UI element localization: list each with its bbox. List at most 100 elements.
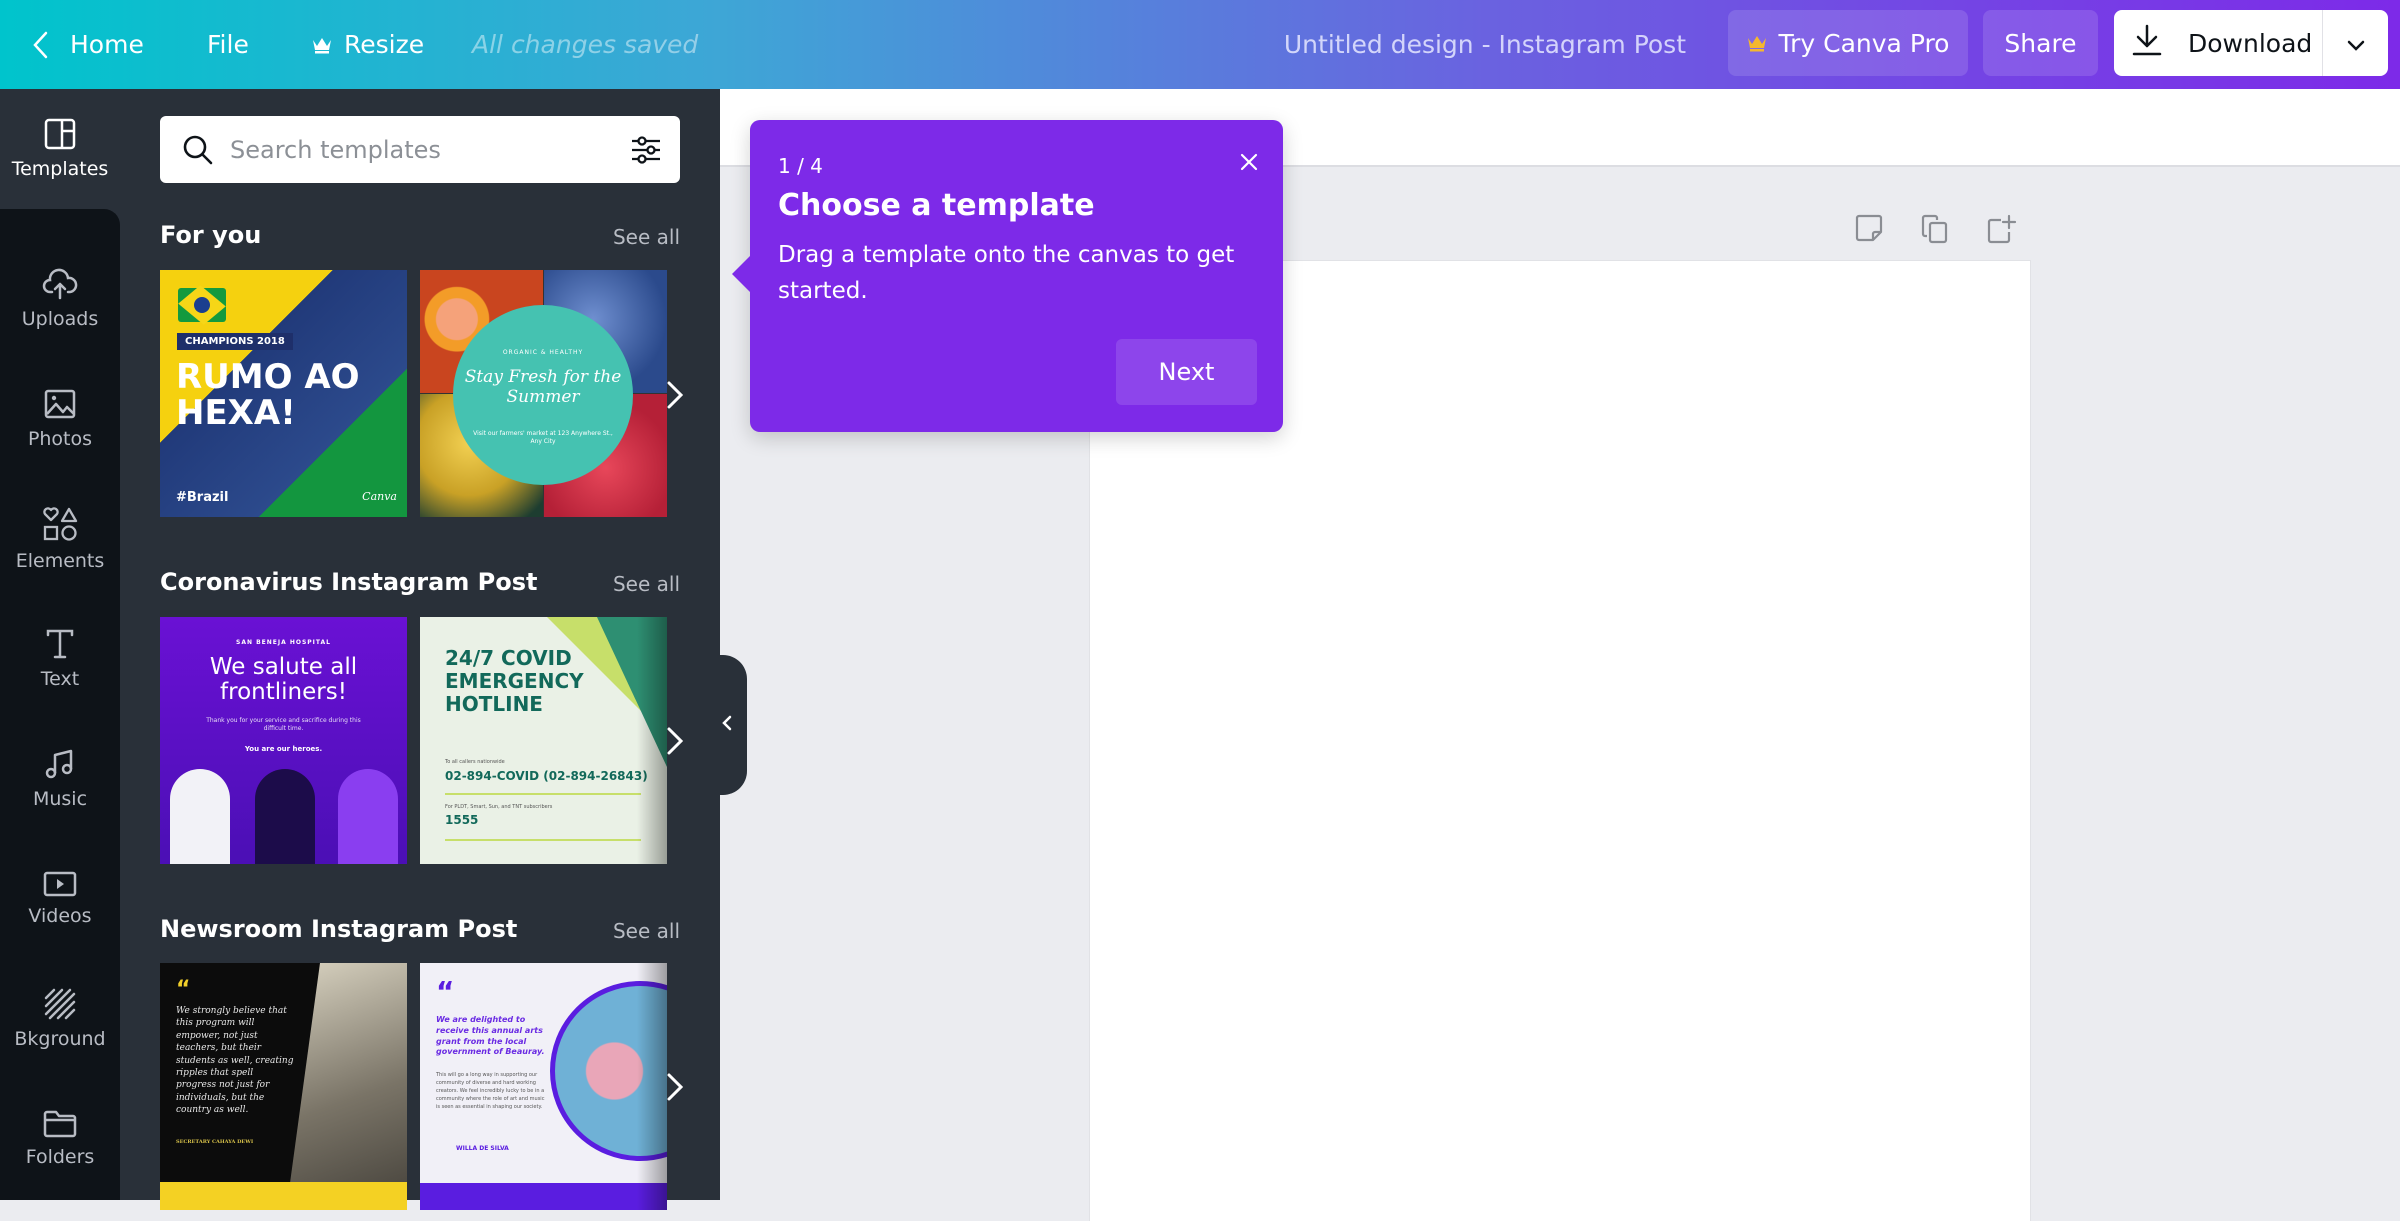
- home-button[interactable]: Home: [32, 0, 144, 89]
- template-kicker: ORGANIC & HEALTHY: [502, 349, 584, 356]
- template-thumbnail-news-quote-yellow[interactable]: “ We strongly believe that this program …: [160, 963, 407, 1210]
- sidebar-item-templates[interactable]: Templates: [0, 89, 120, 209]
- share-button[interactable]: Share: [1983, 10, 2098, 76]
- sidebar-item-label: Uploads: [21, 308, 99, 330]
- filter-sliders-icon[interactable]: [630, 134, 662, 170]
- sidebar-item-label: Elements: [15, 550, 105, 572]
- template-badge: CHAMPIONS 2018: [177, 333, 293, 350]
- search-input[interactable]: [230, 116, 610, 183]
- template-caption: To all callers nationwide: [445, 759, 505, 765]
- template-thumbnail-news-quote-purple[interactable]: “ We are delighted to receive this annua…: [420, 963, 667, 1210]
- chevron-left-icon: [721, 714, 733, 736]
- template-phone-number: 02-894-COVID (02-894-26843): [445, 769, 648, 783]
- photo-icon: [44, 388, 76, 420]
- sidebar-item-background[interactable]: Bkground: [0, 959, 120, 1079]
- resize-label: Resize: [344, 30, 425, 59]
- chevron-down-icon: [2347, 29, 2365, 58]
- close-tooltip-button[interactable]: [1239, 152, 1259, 176]
- sidebar-item-text[interactable]: Text: [0, 599, 120, 719]
- search-icon: [182, 134, 214, 170]
- sidebar-item-uploads[interactable]: Uploads: [0, 239, 120, 359]
- divider-line: [445, 793, 641, 795]
- chevron-right-icon: [660, 1073, 690, 1111]
- video-play-icon: [43, 871, 77, 897]
- sidebar-item-folders[interactable]: Folders: [0, 1079, 120, 1199]
- sidebar-item-music[interactable]: Music: [0, 719, 120, 839]
- onboarding-tooltip: 1 / 4 Choose a template Drag a template …: [732, 120, 1283, 432]
- add-note-icon[interactable]: [1855, 214, 1883, 248]
- chevron-right-icon: [660, 727, 690, 765]
- quote-mark-icon: “: [436, 975, 455, 1008]
- download-options-dropdown[interactable]: [2322, 10, 2388, 76]
- template-headline: 24/7 COVID EMERGENCY HOTLINE: [445, 646, 584, 716]
- download-icon: [2132, 24, 2162, 62]
- template-thumbnail-covid-hotline[interactable]: 24/7 COVID EMERGENCY HOTLINE To all call…: [420, 617, 667, 864]
- template-hashtag: #Brazil: [176, 490, 229, 505]
- sidebar-item-label: Folders: [25, 1146, 95, 1168]
- side-navigation: Templates Uploads Photos Elements Text M…: [0, 89, 120, 1200]
- duplicate-page-icon[interactable]: [1921, 214, 1949, 248]
- sidebar-item-label: Bkground: [14, 1028, 106, 1050]
- decorative-bar: [420, 1183, 667, 1210]
- try-canva-pro-button[interactable]: Try Canva Pro: [1728, 10, 1968, 76]
- templates-panel: For you See all CHAMPIONS 2018 RUMO AO H…: [120, 89, 720, 1210]
- frontliner-illustration: [170, 769, 230, 864]
- portrait-photo: [550, 981, 667, 1161]
- resize-button[interactable]: Resize: [312, 0, 424, 89]
- sidebar-item-label: Templates: [11, 158, 109, 180]
- chevron-left-icon: [32, 31, 48, 59]
- scroll-right-newsroom-button[interactable]: [660, 1067, 690, 1107]
- template-thumbnail-stay-fresh[interactable]: ORGANIC & HEALTHY Stay Fresh for the Sum…: [420, 270, 667, 517]
- template-circle-badge: ORGANIC & HEALTHY Stay Fresh for the Sum…: [453, 305, 633, 485]
- page-actions: [1855, 214, 2017, 248]
- close-icon: [1239, 153, 1259, 176]
- folder-icon: [43, 1110, 77, 1138]
- sidebar-item-label: Music: [32, 788, 88, 810]
- template-headline: RUMO AO HEXA!: [176, 357, 360, 433]
- tooltip-title: Choose a template: [778, 188, 1095, 223]
- see-all-for-you-link[interactable]: See all: [613, 225, 680, 249]
- templates-icon: [44, 118, 76, 150]
- tooltip-description: Drag a template onto the canvas to get s…: [778, 242, 1235, 304]
- sidebar-item-videos[interactable]: Videos: [0, 839, 120, 959]
- sidebar-item-label: Photos: [27, 428, 93, 450]
- section-title-for-you: For you: [160, 221, 262, 249]
- download-label: Download: [2188, 28, 2313, 58]
- sidebar-item-photos[interactable]: Photos: [0, 359, 120, 479]
- document-title[interactable]: Untitled design - Instagram Post: [1284, 0, 1686, 89]
- crown-icon: [312, 36, 332, 54]
- file-label: File: [207, 30, 249, 59]
- shapes-icon: [42, 506, 78, 542]
- download-button[interactable]: Download: [2114, 10, 2322, 76]
- scroll-right-coronavirus-button[interactable]: [660, 721, 690, 761]
- template-thumbnail-rumo-ao-hexa[interactable]: CHAMPIONS 2018 RUMO AO HEXA! #Brazil Can…: [160, 270, 407, 517]
- template-address: Visit our farmers' market at 123 Anywher…: [473, 430, 613, 446]
- try-pro-label: Try Canva Pro: [1778, 28, 1950, 58]
- add-page-icon[interactable]: [1987, 214, 2017, 248]
- file-menu-button[interactable]: File: [207, 0, 249, 89]
- see-all-newsroom-link[interactable]: See all: [613, 919, 680, 943]
- next-button[interactable]: Next: [1116, 339, 1257, 405]
- template-author: WILLA DE SILVA: [456, 1145, 509, 1152]
- upload-cloud-icon: [42, 268, 78, 300]
- search-box: [160, 116, 680, 183]
- template-thumbnail-salute-frontliners[interactable]: SAN BENEJA HOSPITAL We salute all frontl…: [160, 617, 407, 864]
- sidebar-item-elements[interactable]: Elements: [0, 479, 120, 599]
- tooltip-step-counter: 1 / 4: [778, 154, 823, 178]
- sidebar-item-label: Videos: [28, 905, 92, 927]
- template-quote: We strongly believe that this program wi…: [176, 1006, 294, 1116]
- template-body: This will go a long way in supporting ou…: [436, 1072, 545, 1110]
- divider-line: [445, 839, 641, 841]
- reporter-photo: [290, 963, 407, 1183]
- save-status: All changes saved: [472, 30, 699, 59]
- decorative-shape: [597, 617, 667, 767]
- section-title-newsroom: Newsroom Instagram Post: [160, 915, 518, 943]
- template-body: Thank you for your service and sacrifice…: [206, 717, 361, 733]
- sidebar-item-label: Text: [40, 668, 80, 690]
- scroll-right-for-you-button[interactable]: [660, 375, 690, 415]
- collapse-panel-button[interactable]: [707, 655, 747, 795]
- template-phone-number: 1555: [445, 813, 479, 827]
- template-author: SECRETARY CAHAYA DEWI: [176, 1139, 254, 1145]
- see-all-coronavirus-link[interactable]: See all: [613, 572, 680, 596]
- music-note-icon: [44, 748, 76, 780]
